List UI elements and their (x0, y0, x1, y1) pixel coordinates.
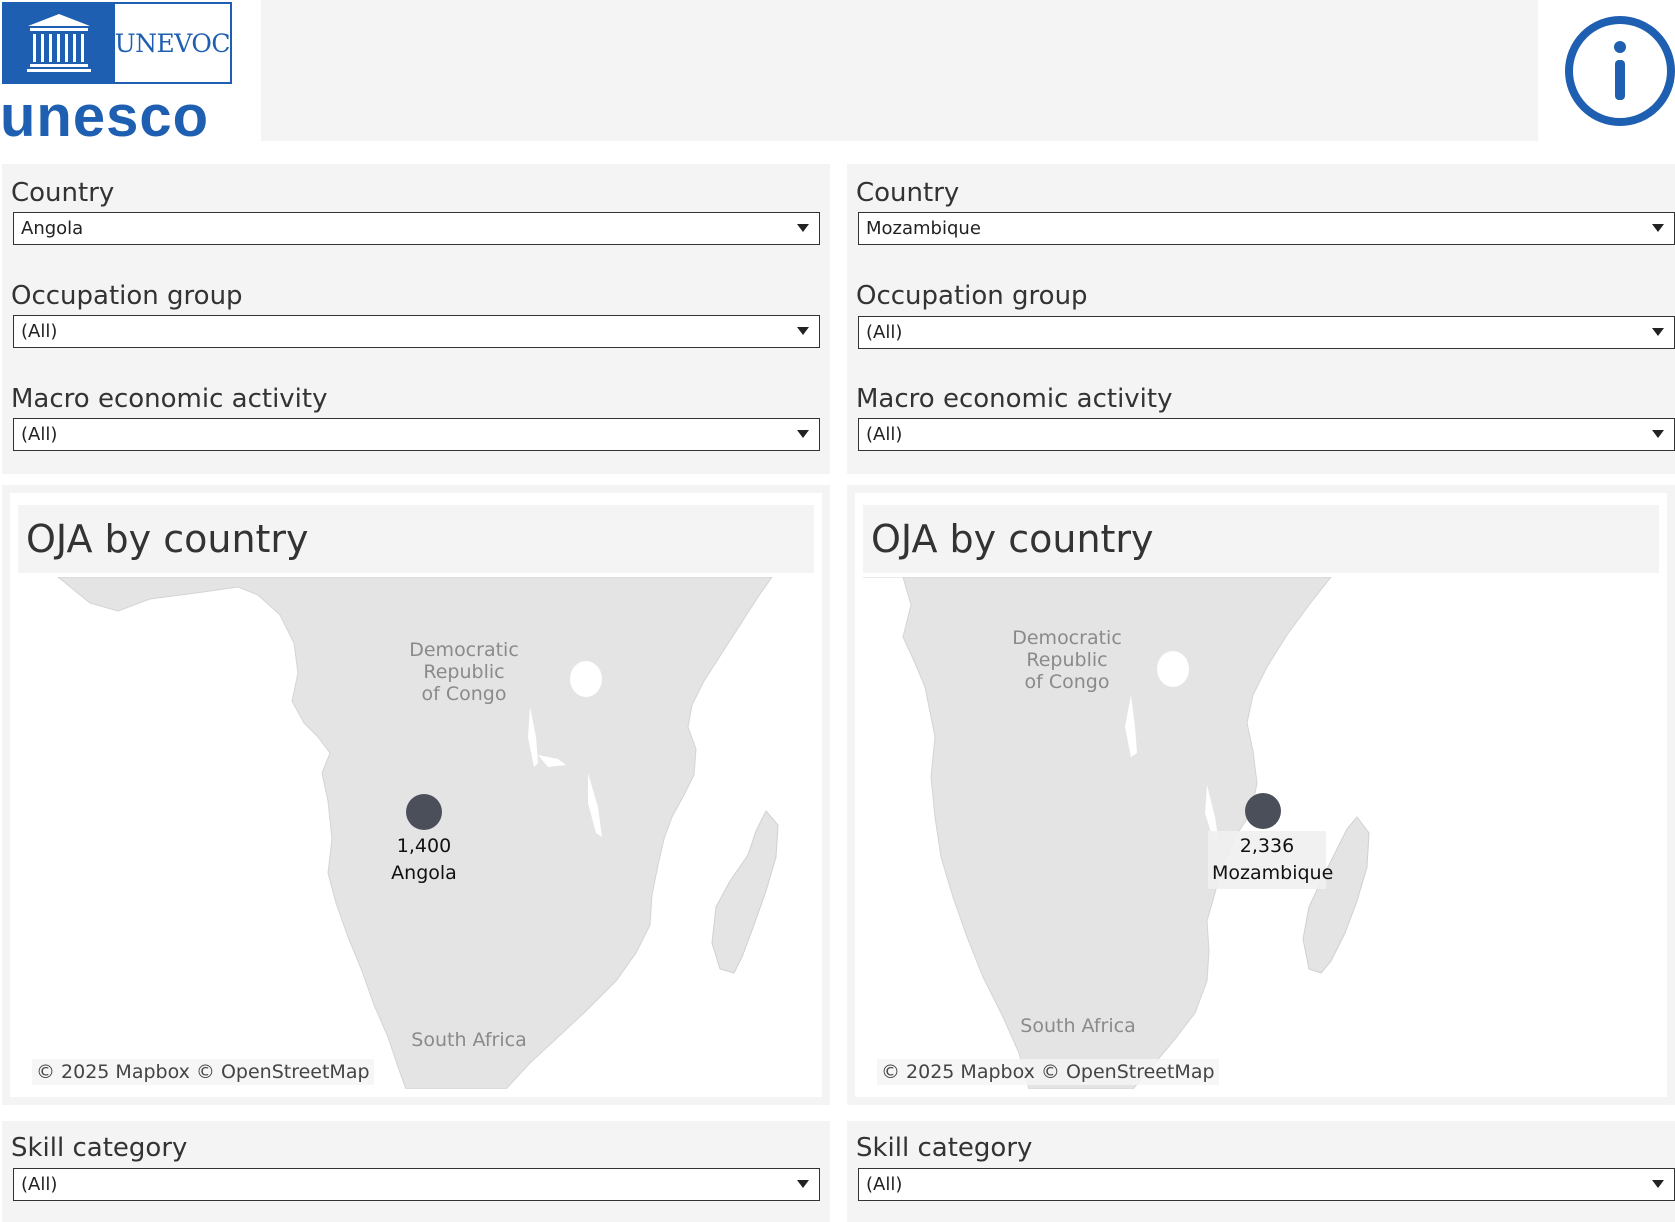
unesco-wordmark: unesco (0, 84, 210, 149)
occupation-group-dropdown[interactable]: (All) (858, 316, 1675, 349)
africa-map[interactable]: Democratic Republic of Congo South Afric… (863, 577, 1659, 1089)
skill-category-dropdown[interactable]: (All) (858, 1168, 1675, 1201)
occupation-group-dropdown[interactable]: (All) (13, 315, 820, 348)
chevron-down-icon (1652, 224, 1664, 232)
left-filter-panel: Country Angola Occupation group (All) Ma… (2, 164, 830, 474)
map-marker-angola[interactable] (406, 794, 442, 830)
marker-value: 1,400 (396, 835, 452, 857)
chevron-down-icon (1652, 328, 1664, 336)
chevron-down-icon (797, 1180, 809, 1188)
right-skill-panel: Skill category (All) (847, 1121, 1675, 1222)
skill-category-value: (All) (21, 1174, 58, 1195)
chevron-down-icon (1652, 430, 1664, 438)
map-marker-label: 2,336 Mozambique (1208, 831, 1334, 889)
map-marker-label: 1,400 Angola (374, 831, 474, 889)
macro-economic-activity-label: Macro economic activity (11, 384, 328, 414)
map-title: OJA by country (18, 505, 814, 573)
map-container: OJA by country Democratic Republic of Co… (855, 493, 1667, 1097)
country-dropdown[interactable]: Mozambique (858, 212, 1675, 245)
occupation-group-value: (All) (21, 321, 58, 342)
country-value: Mozambique (866, 218, 981, 239)
macro-economic-activity-dropdown[interactable]: (All) (858, 418, 1675, 451)
chevron-down-icon (797, 327, 809, 335)
map-marker-mozambique[interactable] (1245, 793, 1281, 829)
africa-map[interactable]: Democratic Republic of Congo South Afric… (18, 577, 814, 1089)
map-label-drc: Democratic Republic of Congo (409, 639, 519, 705)
map-attribution[interactable]: © 2025 Mapbox © OpenStreetMap (32, 1059, 374, 1085)
macro-economic-activity-value: (All) (866, 424, 903, 445)
country-label: Country (856, 178, 960, 208)
logo-top: UNEVOC (2, 2, 232, 84)
country-value: Angola (21, 218, 84, 239)
marker-value: 2,336 (1239, 835, 1295, 857)
header-bar (261, 0, 1538, 141)
marker-country: Mozambique (1212, 862, 1334, 884)
chevron-down-icon (797, 224, 809, 232)
temple-icon (4, 4, 115, 82)
skill-category-value: (All) (866, 1174, 903, 1195)
info-icon[interactable] (1563, 14, 1675, 128)
right-filter-panel: Country Mozambique Occupation group (All… (847, 164, 1675, 474)
unevoc-wordmark: UNEVOC (114, 28, 231, 58)
country-label: Country (11, 178, 115, 208)
marker-country: Angola (391, 862, 457, 884)
map-attribution[interactable]: © 2025 Mapbox © OpenStreetMap (877, 1059, 1219, 1085)
map-title: OJA by country (863, 505, 1659, 573)
left-map-panel: OJA by country Democratic Republic of Co… (2, 485, 830, 1105)
right-map-panel: OJA by country Democratic Republic of Co… (847, 485, 1675, 1105)
occupation-group-value: (All) (866, 322, 903, 343)
skill-category-label: Skill category (11, 1133, 188, 1163)
map-container: OJA by country Democratic Republic of Co… (10, 493, 822, 1097)
map-label-south-africa: South Africa (411, 1029, 527, 1051)
skill-category-dropdown[interactable]: (All) (13, 1168, 820, 1201)
macro-economic-activity-label: Macro economic activity (856, 384, 1173, 414)
map-label-south-africa: South Africa (1020, 1015, 1136, 1037)
country-dropdown[interactable]: Angola (13, 212, 820, 245)
occupation-group-label: Occupation group (856, 281, 1088, 311)
macro-economic-activity-value: (All) (21, 424, 58, 445)
map-label-drc: Democratic Republic of Congo (1012, 627, 1122, 693)
macro-economic-activity-dropdown[interactable]: (All) (13, 418, 820, 451)
chevron-down-icon (797, 430, 809, 438)
header: UNEVOC unesco (0, 0, 1675, 146)
chevron-down-icon (1652, 1180, 1664, 1188)
skill-category-label: Skill category (856, 1133, 1033, 1163)
unesco-unevoc-logo[interactable]: UNEVOC unesco (0, 0, 245, 146)
left-skill-panel: Skill category (All) (2, 1121, 830, 1222)
occupation-group-label: Occupation group (11, 281, 243, 311)
